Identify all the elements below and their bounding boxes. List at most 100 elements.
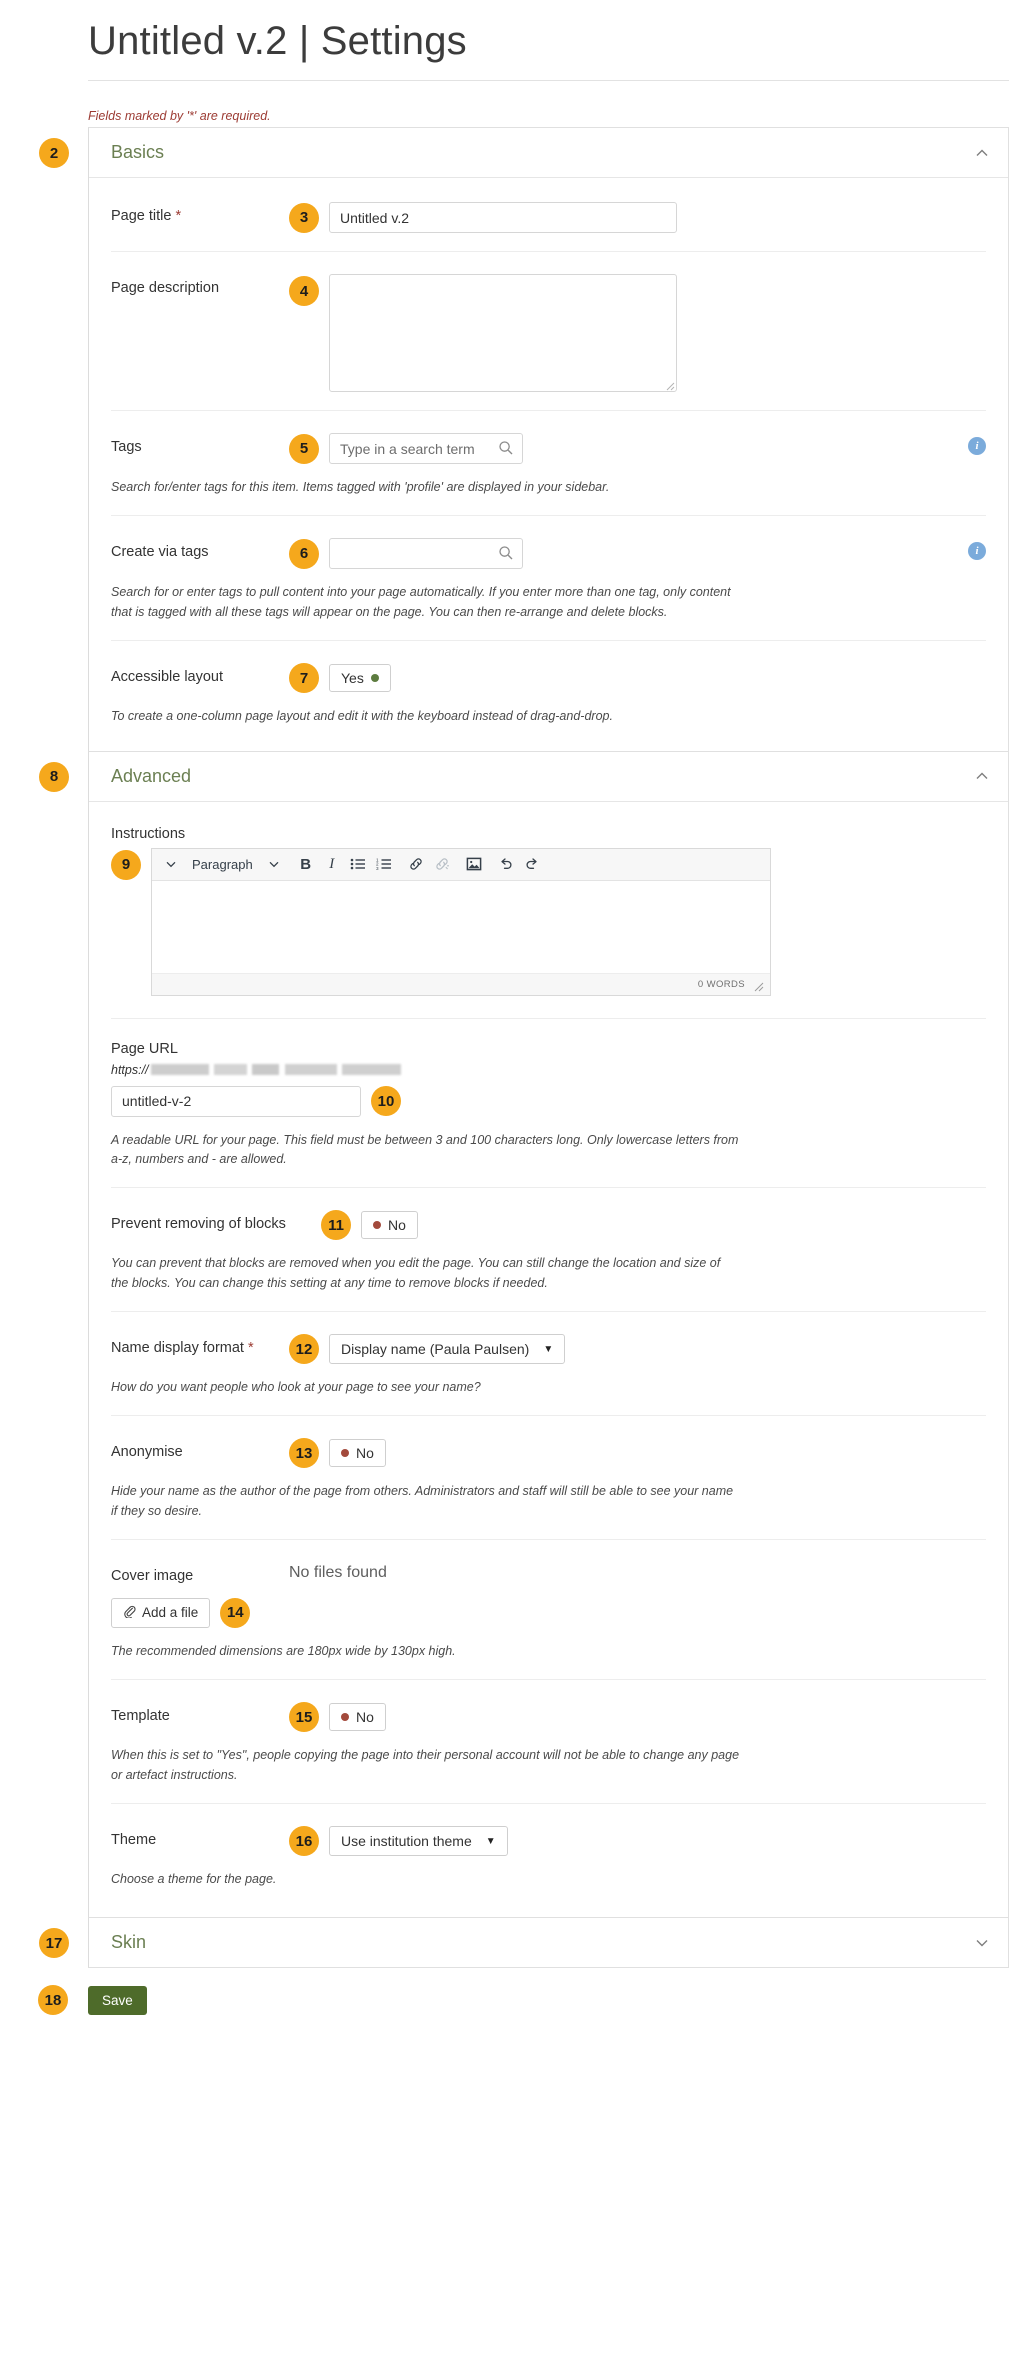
page-description-textarea[interactable] <box>329 274 677 392</box>
paragraph-style-dropdown[interactable]: Paragraph <box>184 852 261 876</box>
image-icon[interactable] <box>461 852 487 876</box>
field-accessible-layout: Accessible layout 7 Yes To create a one-… <box>111 640 986 744</box>
page-header: Untitled v.2 | Settings <box>0 0 1015 80</box>
page-url-help-text: A readable URL for your page. This field… <box>111 1132 739 1166</box>
panel-advanced: 8 Advanced Instructions 9 Paragraph B I … <box>39 751 1009 1919</box>
name-display-help-text: How do you want people who look at your … <box>111 1380 481 1394</box>
required-asterisk: * <box>175 208 182 224</box>
step-badge-11: 11 <box>321 1210 351 1241</box>
form-actions: 18 Save <box>38 1985 1015 2016</box>
step-badge-2: 2 <box>39 138 69 168</box>
field-theme: Theme 16 Use institution theme ▼ Choose … <box>111 1803 986 1911</box>
word-count: 0 WORDS <box>697 978 745 990</box>
tags-search-input[interactable] <box>329 433 523 464</box>
theme-label: Theme <box>111 1832 157 1849</box>
anonymise-toggle-label: No <box>356 1445 374 1462</box>
chevron-down-icon[interactable] <box>974 1935 990 1951</box>
panel-skin-header[interactable]: Skin <box>89 1918 1008 1968</box>
undo-icon[interactable] <box>493 852 519 876</box>
required-asterisk: * <box>248 1340 254 1356</box>
theme-select[interactable]: Use institution theme ▼ <box>329 1826 508 1857</box>
field-template: Template 15 No When this is set to "Yes"… <box>111 1679 986 1803</box>
bullet-list-icon[interactable] <box>345 852 371 876</box>
step-badge-10: 10 <box>371 1086 401 1116</box>
page-title: Untitled v.2 | Settings <box>88 19 467 63</box>
template-label: Template <box>111 1708 170 1725</box>
step-badge-12: 12 <box>289 1334 319 1364</box>
accessible-layout-label: Accessible layout <box>111 669 224 686</box>
info-icon-tags[interactable]: i <box>968 437 986 455</box>
theme-help-text: Choose a theme for the page. <box>111 1872 277 1887</box>
anonymise-label: Anonymise <box>111 1444 183 1461</box>
step-badge-4: 4 <box>289 276 319 306</box>
prevent-removing-toggle[interactable]: No <box>361 1211 418 1240</box>
instructions-editor: Paragraph B I 1 2 3 0 WORDS <box>151 847 771 996</box>
template-help-text: When this is set to "Yes", people copyin… <box>111 1748 740 1782</box>
field-anonymise: Anonymise 13 No Hide your name as the au… <box>111 1415 986 1539</box>
field-name-display-format: Name display format * 12 Display name (P… <box>111 1311 986 1415</box>
required-fields-note: Fields marked by '*' are required. <box>88 109 271 123</box>
field-page-title: Page title * 3 <box>111 178 986 251</box>
panel-basics-header[interactable]: Basics <box>89 128 1008 178</box>
prevent-removing-label: Prevent removing of blocks <box>111 1216 286 1233</box>
panel-basics: 2 Basics Page title * 3 Untitled v.2 Pag… <box>39 127 1009 752</box>
create-via-tags-help-text: Search for or enter tags to pull content… <box>111 585 731 619</box>
instructions-label: Instructions <box>111 825 186 842</box>
numbered-list-icon[interactable]: 1 2 3 <box>371 852 397 876</box>
panel-advanced-title: Advanced <box>111 765 192 786</box>
add-a-file-button[interactable]: Add a file <box>111 1597 211 1628</box>
link-icon[interactable] <box>403 852 429 876</box>
unlink-icon <box>429 852 455 876</box>
step-badge-5: 5 <box>289 433 319 464</box>
page-description-label: Page description <box>111 280 220 296</box>
field-instructions: Instructions 9 Paragraph B I 1 2 3 0 WOR… <box>111 802 986 1018</box>
field-create-via-tags: Create via tags 6 i Search for or enter … <box>111 515 986 640</box>
cover-image-status: No files found <box>289 1564 387 1582</box>
info-icon-create-via-tags[interactable]: i <box>968 542 986 561</box>
chevron-up-icon[interactable] <box>974 768 990 784</box>
template-toggle[interactable]: No <box>329 1703 386 1732</box>
name-display-label-text: Name display format <box>111 1340 244 1356</box>
panel-advanced-header[interactable]: Advanced <box>89 751 1008 802</box>
page-url-input[interactable] <box>111 1085 361 1117</box>
editor-footer: 0 WORDS <box>152 972 770 995</box>
resize-grip-icon[interactable] <box>753 979 764 991</box>
page-url-redacted-host <box>150 1064 401 1075</box>
header-divider <box>88 80 1009 81</box>
anonymise-toggle[interactable]: No <box>329 1439 386 1468</box>
accessible-layout-toggle[interactable]: Yes <box>329 664 391 693</box>
name-display-select[interactable]: Display name (Paula Paulsen) ▼ <box>329 1334 566 1364</box>
italic-icon[interactable]: I <box>319 852 345 876</box>
page-title-label-text: Page title <box>111 208 172 224</box>
chevron-down-icon[interactable] <box>158 852 184 876</box>
field-page-description: Page description 4 <box>111 251 986 410</box>
name-display-selected-value: Display name (Paula Paulsen) <box>341 1341 530 1357</box>
page-title-label: Page title * <box>111 202 289 226</box>
prevent-removing-toggle-label: No <box>388 1217 406 1234</box>
svg-text:3: 3 <box>376 866 379 871</box>
field-cover-image: Cover image No files found Add a file 14… <box>111 1539 986 1679</box>
settings-page: Untitled v.2 | Settings Fields marked by… <box>0 0 1015 2016</box>
save-button[interactable]: Save <box>88 1986 147 2016</box>
redo-icon[interactable] <box>519 852 545 876</box>
caret-down-icon: ▼ <box>543 1343 554 1355</box>
tags-help-text: Search for/enter tags for this item. Ite… <box>111 480 610 494</box>
editor-toolbar: Paragraph B I 1 2 3 <box>152 848 770 881</box>
create-via-tags-input[interactable] <box>329 538 523 570</box>
step-badge-9: 9 <box>111 849 141 880</box>
step-badge-8: 8 <box>39 761 69 792</box>
page-title-input[interactable] <box>329 202 677 233</box>
step-badge-17: 17 <box>39 1928 69 1959</box>
chevron-down-icon[interactable] <box>261 852 287 876</box>
toggle-state-dot <box>341 1713 349 1722</box>
chevron-up-icon[interactable] <box>974 145 990 161</box>
panel-basics-body: Page title * 3 Page description <box>89 178 1008 751</box>
field-page-url: Page URL https:// 10 A readable URL for … <box>111 1017 986 1188</box>
instructions-editor-body[interactable] <box>152 880 770 973</box>
accessible-layout-toggle-label: Yes <box>341 670 364 687</box>
step-badge-16: 16 <box>289 1826 319 1857</box>
bold-icon[interactable]: B <box>293 852 319 876</box>
panel-skin: 17 Skin <box>39 1918 1009 1969</box>
toggle-state-dot <box>370 674 379 683</box>
step-badge-6: 6 <box>289 538 319 569</box>
